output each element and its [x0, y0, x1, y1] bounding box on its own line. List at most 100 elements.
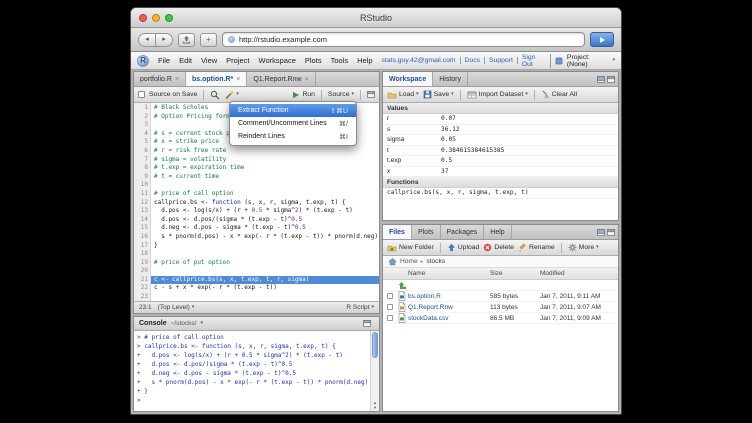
maximize-pane-icon[interactable]	[367, 91, 375, 98]
workspace-value-row[interactable]: t.exp0.5	[383, 156, 618, 167]
workspace-value-row[interactable]: r0.07	[383, 114, 618, 125]
workspace-value-row[interactable]: s36.12	[383, 125, 618, 136]
scope-selector[interactable]: (Top Level) ▾	[158, 304, 195, 311]
close-tab-icon[interactable]: ×	[175, 76, 179, 83]
code-line[interactable]: callprice.bs <- function (s, x, r, sigma…	[151, 199, 379, 208]
tab-packages[interactable]: Packages	[441, 225, 485, 239]
code-line[interactable]: d.pos <- d.pos/(sigma * (t.exp - t)^0.5	[151, 216, 379, 225]
scroll-down-icon[interactable]: ▼	[371, 405, 379, 410]
menu-item[interactable]: Reindent Lines⌘I	[230, 130, 356, 143]
workspace-value-row[interactable]: sigma0.05	[383, 135, 618, 146]
maximize-pane-icon[interactable]	[607, 229, 615, 236]
code-line-selected[interactable]: c <- callprice.bs(s, x, t.exp, t, r, sig…	[151, 276, 379, 285]
titlebar[interactable]: RStudio	[131, 8, 621, 28]
file-name-link[interactable]: stockData.csv	[408, 315, 490, 322]
code-line[interactable]: # price of call option	[151, 190, 379, 199]
source-button[interactable]: Source ▾	[328, 91, 354, 98]
minimize-pane-icon[interactable]	[597, 76, 605, 83]
maximize-pane-icon[interactable]	[363, 320, 371, 327]
column-size[interactable]: Size	[490, 270, 540, 277]
find-replace-button[interactable]	[210, 90, 220, 100]
menu-edit[interactable]: Edit	[179, 56, 192, 65]
file-type-selector[interactable]: R Script ▾	[346, 304, 374, 311]
code-line[interactable]	[151, 267, 379, 276]
code-line[interactable]: # t = current time	[151, 173, 379, 182]
load-workspace-button[interactable]: Load ▾	[387, 91, 419, 99]
code-line[interactable]: }	[151, 242, 379, 251]
workspace-value-row[interactable]: t0.384615384615385	[383, 146, 618, 157]
file-name-link[interactable]: Q1.Report.Rnw	[408, 304, 490, 311]
file-checkbox[interactable]	[387, 293, 393, 299]
close-tab-icon[interactable]: ×	[305, 76, 309, 83]
console-working-directory[interactable]: ~/stocks/	[171, 320, 197, 327]
import-dataset-button[interactable]: Import Dataset ▾	[467, 91, 528, 99]
menu-item[interactable]: Extract Function⇧⌘U	[230, 104, 356, 117]
tab-history[interactable]: History	[433, 72, 468, 86]
tab-q1-report-rnw[interactable]: Q1.Report.Rnw ×	[247, 72, 315, 86]
breadcrumb-home[interactable]: Home	[400, 258, 418, 265]
sign-out-link[interactable]: Sign Out	[522, 54, 551, 68]
menu-help[interactable]: Help	[357, 56, 372, 65]
console-body[interactable]: > # price of call option> callprice.bs <…	[134, 331, 379, 411]
maximize-pane-icon[interactable]	[607, 76, 615, 83]
more-button[interactable]: More ▾	[568, 243, 599, 252]
code-line[interactable]: # t.exp = expiration time	[151, 164, 379, 173]
tab-help[interactable]: Help	[484, 225, 511, 239]
file-row[interactable]: bs.option.R585 bytesJan 7, 2011, 9:11 AM	[383, 291, 618, 302]
file-row[interactable]: stockData.csv86.5 MBJan 7, 2011, 9:09 AM	[383, 313, 618, 324]
file-checkbox[interactable]	[387, 304, 393, 310]
tab-plots[interactable]: Plots	[412, 225, 441, 239]
code-line[interactable]	[151, 181, 379, 190]
menu-tools[interactable]: Tools	[331, 56, 349, 65]
menu-plots[interactable]: Plots	[305, 56, 322, 65]
new-tab-button[interactable]: +	[200, 33, 217, 47]
docs-link[interactable]: Docs	[465, 57, 486, 64]
support-link[interactable]: Support	[489, 57, 518, 64]
share-button[interactable]	[178, 33, 195, 47]
code-line[interactable]: d.pos <- log(s/x) + (r + 0.5 * sigma^2) …	[151, 207, 379, 216]
minimize-pane-icon[interactable]	[597, 229, 605, 236]
file-name-link[interactable]: bs.option.R	[408, 293, 490, 300]
account-email-link[interactable]: stats.guy.42@gmail.com	[382, 57, 461, 64]
forward-button[interactable]: ▸	[155, 33, 173, 47]
column-name[interactable]: Name	[408, 270, 490, 277]
close-tab-icon[interactable]: ×	[236, 76, 240, 83]
breadcrumb-folder[interactable]: stocks	[426, 258, 445, 265]
minimize-window-button[interactable]	[152, 14, 160, 22]
url-field[interactable]: http://rstudio.example.com	[222, 32, 585, 47]
tab-files[interactable]: Files	[383, 225, 412, 239]
workspace-value-row[interactable]: x37	[383, 167, 618, 178]
menu-item[interactable]: Comment/Uncomment Lines⌘/	[230, 117, 356, 130]
code-line[interactable]: # sigma = volatility	[151, 156, 379, 165]
source-on-save-checkbox[interactable]	[138, 91, 145, 98]
tab-workspace[interactable]: Workspace	[383, 72, 433, 86]
code-line[interactable]: # price of put option	[151, 259, 379, 268]
project-selector[interactable]: Project: (None)	[567, 54, 609, 68]
menu-view[interactable]: View	[201, 56, 217, 65]
code-line[interactable]: s * pnorm(d.pos) - x * exp(- r * (t.exp …	[151, 233, 379, 242]
code-line[interactable]: d.neg <- d.pos - sigma * (t.exp - t)^0.5	[151, 224, 379, 233]
save-workspace-button[interactable]: Save ▾	[423, 90, 454, 99]
rename-button[interactable]: Rename	[518, 243, 555, 252]
clear-all-button[interactable]: Clear All	[541, 90, 577, 99]
scrollbar-thumb[interactable]	[372, 332, 378, 358]
code-line[interactable]: # r = risk free rate	[151, 147, 379, 156]
console-output[interactable]: > # price of call option> callprice.bs <…	[134, 331, 370, 411]
parent-directory-row[interactable]	[383, 280, 618, 291]
menu-file[interactable]: File	[158, 56, 170, 65]
tab-portfolio-r[interactable]: portfolio.R ×	[134, 72, 186, 86]
file-row[interactable]: Q1.Report.Rnw113 bytesJan 7, 2011, 9:07 …	[383, 302, 618, 313]
menu-project[interactable]: Project	[226, 56, 249, 65]
console-scrollbar[interactable]: ▲ ▼	[370, 331, 379, 411]
run-button[interactable]: Run	[292, 91, 314, 99]
file-checkbox[interactable]	[387, 315, 393, 321]
tab-bs-option-r[interactable]: bs.option.R* ×	[186, 72, 247, 86]
close-window-button[interactable]	[139, 14, 147, 22]
code-line[interactable]	[151, 293, 379, 301]
delete-button[interactable]: Delete	[483, 243, 514, 252]
go-button[interactable]	[590, 32, 614, 47]
upload-button[interactable]: Upload	[447, 243, 480, 252]
menu-workspace[interactable]: Workspace	[259, 56, 296, 65]
zoom-window-button[interactable]	[165, 14, 173, 22]
workspace-function-row[interactable]: callprice.bs(s, x, r, sigma, t.exp, t)	[383, 188, 618, 199]
